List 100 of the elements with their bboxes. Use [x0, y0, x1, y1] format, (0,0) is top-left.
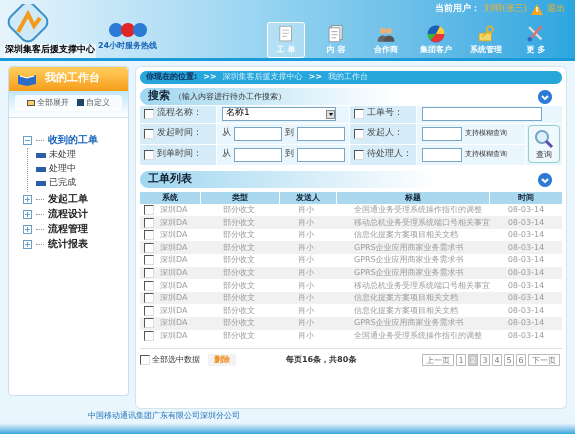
table-cell: 深圳DA [160, 204, 188, 216]
tree-item[interactable]: 未处理 [49, 148, 76, 162]
table-cell-text: 全国通业务受理系统操作指引的调整 [353, 204, 483, 216]
expand-icon[interactable] [23, 225, 32, 234]
table-cell-text: 08-03-14 [506, 254, 546, 266]
table-cell-text: 部分收文 [222, 229, 256, 242]
table-cell-text: 肖小 [297, 254, 315, 266]
table-cell-text: 移动总机业务受理系统端口号相关事宜 [353, 216, 490, 229]
search-title: 搜索 [148, 88, 170, 104]
page-button[interactable]: 1 [456, 354, 466, 366]
table-cell-text: GPRS企业应用商家业务需求书 [353, 254, 465, 266]
checkbox[interactable] [144, 128, 154, 139]
column-header: 时间 [490, 192, 562, 204]
collapse-icon[interactable] [23, 136, 32, 146]
table-cell-text: 部分收文 [222, 216, 256, 229]
tree-item[interactable]: 已完成 [49, 176, 76, 190]
table-cell-text: 部分收文 [222, 204, 256, 216]
collapse-icon[interactable] [538, 90, 552, 104]
row-checkbox[interactable] [144, 218, 154, 228]
field-label: 发起时间： [157, 126, 202, 140]
nav-tab[interactable]: 系统管理 [467, 22, 505, 58]
breadcrumb-link[interactable]: 我的工作台 [328, 71, 368, 84]
row-checkbox[interactable] [144, 268, 154, 278]
page-summary: 每页16条，共80条 [286, 354, 356, 366]
order-number-field[interactable] [422, 107, 542, 122]
table-cell-text: 部分收文 [222, 292, 256, 304]
table-cell: 深圳DA [160, 254, 188, 266]
row-checkbox[interactable] [144, 255, 154, 266]
checkbox[interactable] [354, 109, 364, 120]
table-cell-text: 肖小 [297, 204, 315, 216]
column-header: 系统 [140, 192, 200, 204]
table-cell-text: 肖小 [297, 280, 315, 292]
table-cell-text: 信息化提案方案项目相关文档 [353, 292, 459, 304]
table-cell-text: 全国通业务受理系统操作指引的调整 [353, 330, 483, 342]
table-cell-text: 08-03-14 [506, 280, 546, 292]
page-button[interactable]: 4 [492, 354, 502, 366]
row-checkbox[interactable] [144, 230, 154, 240]
date-field[interactable] [234, 126, 282, 141]
collapse-icon[interactable] [538, 172, 552, 187]
table-cell-text: 08-03-14 [506, 292, 546, 304]
row-checkbox[interactable] [144, 293, 154, 304]
tree-item[interactable]: 发起工单 [48, 192, 88, 208]
row-checkbox[interactable] [144, 318, 154, 328]
warning-icon [531, 4, 543, 16]
table-cell-text: 部分收文 [222, 242, 256, 254]
process-dropdown[interactable]: 名称1 [222, 107, 336, 122]
table-cell: 深圳DA [160, 216, 188, 229]
user-name: 刘明(张三) [484, 3, 527, 16]
table-cell-text: 移动总机业务受理系统端口号相关事宜 [353, 280, 490, 292]
org-name: 深圳集客后援支撑中心 [4, 44, 96, 58]
table-cell-text: 信息化提案方案项目相关文档 [353, 229, 459, 242]
field-label: 工单号： [367, 107, 403, 120]
select-all-checkbox[interactable] [140, 355, 150, 366]
row-checkbox[interactable] [144, 306, 154, 316]
field-label: 待处理人： [367, 148, 412, 161]
from-label: 从 [222, 148, 231, 161]
page-button[interactable]: 6 [516, 354, 526, 366]
tree-item[interactable]: 收到的工单 [48, 133, 98, 148]
table-cell-text: 08-03-14 [506, 216, 546, 229]
table-cell-text: 08-03-14 [506, 204, 546, 216]
tree-item[interactable]: 流程设计 [48, 207, 88, 222]
table-cell-text: 部分收文 [222, 254, 256, 266]
date-field[interactable] [297, 126, 345, 141]
checkbox[interactable] [144, 109, 154, 120]
page-button[interactable]: 5 [504, 354, 514, 366]
from-label: 从 [222, 126, 231, 140]
date-field[interactable] [297, 148, 345, 162]
breadcrumb-link[interactable]: 深圳集客后援支撑中心 [222, 71, 303, 84]
expand-icon[interactable] [23, 210, 32, 220]
table-cell: 深圳DA [160, 229, 188, 242]
expand-icon[interactable] [23, 240, 32, 250]
expand-all-button[interactable]: 全部展开 [27, 96, 69, 109]
name-field[interactable] [422, 126, 462, 141]
row-checkbox[interactable] [144, 204, 154, 215]
table-cell-text: 肖小 [297, 304, 315, 317]
user-label: 当前用户： [434, 3, 480, 16]
query-button[interactable]: 查询 [528, 125, 560, 164]
date-field[interactable] [234, 148, 282, 162]
table-cell: 深圳DA [160, 266, 188, 279]
table-cell-text: 信息化提案方案项目相关文档 [353, 304, 459, 317]
row-checkbox[interactable] [144, 280, 154, 291]
row-checkbox[interactable] [144, 242, 154, 253]
page-button[interactable]: 3 [480, 354, 490, 366]
nav-tab[interactable]: 更 多 [517, 22, 555, 58]
checkbox[interactable] [144, 150, 154, 160]
checkbox[interactable] [354, 128, 364, 139]
prev-page-button[interactable]: 上一页 [422, 354, 454, 366]
tree-item[interactable]: 流程管理 [48, 222, 88, 238]
customize-button[interactable]: 自定义 [77, 96, 110, 109]
checkbox[interactable] [354, 150, 364, 160]
name-field[interactable] [422, 148, 462, 162]
tree-item[interactable]: 处理中 [49, 162, 76, 176]
table-cell-text: 08-03-14 [506, 330, 546, 342]
tree-item[interactable]: 统计报表 [48, 237, 88, 252]
breadcrumb-separator: >> [308, 71, 322, 84]
row-checkbox[interactable] [144, 330, 154, 341]
expand-icon[interactable] [23, 195, 32, 204]
select-all-label: 全部选中数据 [152, 354, 200, 366]
table-cell-text: GPRS企业应用商家业务需求书 [353, 317, 465, 330]
next-page-button[interactable]: 下一页 [528, 354, 560, 366]
